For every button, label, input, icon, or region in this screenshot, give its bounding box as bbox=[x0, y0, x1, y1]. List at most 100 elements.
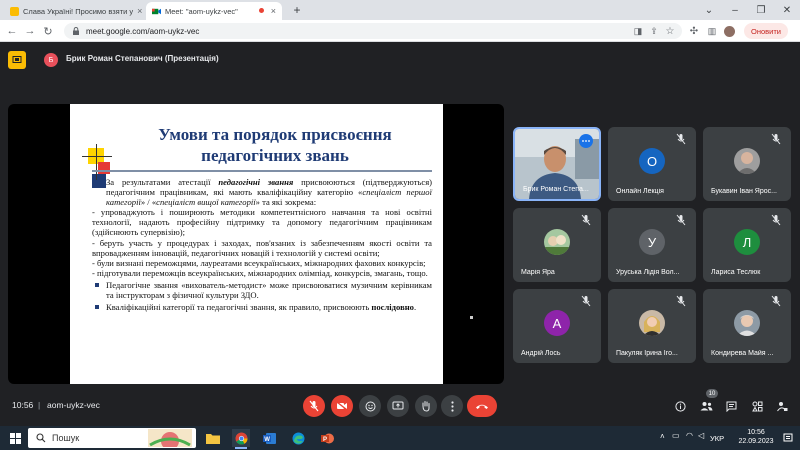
chrome-app[interactable] bbox=[232, 429, 250, 449]
participant-name: Андрій Лось bbox=[521, 350, 561, 357]
back-button[interactable]: ← bbox=[4, 23, 20, 39]
reactions-button[interactable] bbox=[359, 395, 381, 417]
raise-hand-button[interactable] bbox=[415, 395, 437, 417]
participant-name: Кондирева Майя ... bbox=[711, 350, 774, 357]
share-icon[interactable]: ⇪ bbox=[646, 23, 662, 39]
reload-button[interactable]: ↻ bbox=[40, 23, 56, 39]
tab-search-icon[interactable]: ⌄ bbox=[696, 0, 722, 20]
present-screen-icon bbox=[392, 401, 404, 410]
file-explorer-app[interactable] bbox=[204, 429, 222, 447]
slide-dash-item: - беруть участь у процедурах і заходах, … bbox=[92, 237, 432, 258]
mic-off-icon bbox=[676, 133, 686, 145]
taskbar-search-box[interactable]: Пошук bbox=[28, 428, 196, 448]
notifications-icon[interactable] bbox=[782, 431, 794, 445]
participant-avatar: Л bbox=[734, 229, 760, 255]
participant-name: Онлайн Лекція bbox=[616, 188, 664, 195]
participant-name: Пакуляк Ірина Іго... bbox=[616, 350, 678, 357]
maximize-button[interactable]: ❐ bbox=[748, 0, 774, 20]
participant-tile[interactable]: Букавин Іван Ярос... bbox=[703, 127, 791, 201]
system-clock[interactable]: 10:56 22.09.2023 bbox=[736, 428, 776, 446]
camera-toggle-button[interactable] bbox=[331, 395, 353, 417]
powerpoint-app[interactable]: P bbox=[318, 429, 336, 447]
close-window-button[interactable]: ✕ bbox=[774, 0, 800, 20]
lock-icon bbox=[73, 27, 79, 35]
mouse-cursor bbox=[470, 316, 473, 319]
participant-avatar: А bbox=[544, 310, 570, 336]
keyboard-language[interactable]: УКР bbox=[710, 434, 724, 443]
slide-text: » / « bbox=[140, 197, 157, 208]
close-tab-icon[interactable]: × bbox=[267, 6, 276, 16]
participant-avatar: О bbox=[639, 148, 665, 174]
participant-tile[interactable]: Кондирева Майя ... bbox=[703, 289, 791, 363]
search-highlight-image bbox=[148, 429, 192, 447]
slide-text: За результатами атестації bbox=[106, 177, 219, 187]
new-tab-button[interactable]: + bbox=[290, 3, 304, 17]
mic-off-icon bbox=[676, 214, 686, 226]
more-options-icon[interactable] bbox=[579, 134, 593, 148]
svg-text:P: P bbox=[323, 436, 327, 442]
info-icon bbox=[674, 400, 686, 412]
participant-tile[interactable]: Марія Яра bbox=[513, 208, 601, 282]
camera-permission-icon[interactable]: ◨ bbox=[630, 23, 646, 39]
participant-tile[interactable]: О Онлайн Лекція bbox=[608, 127, 696, 201]
slide-text-emph: педагогічні звання bbox=[218, 177, 294, 187]
wifi-icon[interactable]: ◠ bbox=[686, 431, 693, 440]
people-icon bbox=[700, 402, 712, 411]
presenter-avatar: Б bbox=[44, 53, 58, 67]
forward-button[interactable]: → bbox=[22, 23, 38, 39]
more-options-button[interactable] bbox=[441, 395, 463, 417]
network-icon[interactable]: ▭ bbox=[672, 431, 680, 440]
close-tab-icon[interactable]: × bbox=[133, 6, 142, 16]
word-app[interactable]: W bbox=[260, 429, 278, 447]
avatar-initial: О bbox=[646, 153, 658, 169]
participant-tile[interactable]: Пакуляк Ірина Іго... bbox=[608, 289, 696, 363]
participant-tile[interactable]: Брик Роман Степа... bbox=[513, 127, 601, 201]
bullet-icon bbox=[95, 282, 99, 287]
host-controls-button[interactable] bbox=[773, 397, 791, 415]
bullet-icon bbox=[95, 305, 99, 310]
minimize-button[interactable]: – bbox=[722, 0, 748, 20]
decor-line bbox=[82, 156, 112, 157]
tab-meet[interactable]: Meet: "aom-uykz-vec" × bbox=[146, 2, 282, 20]
people-button[interactable] bbox=[697, 397, 715, 415]
participant-tile[interactable]: А Андрій Лось bbox=[513, 289, 601, 363]
mic-toggle-button[interactable] bbox=[303, 395, 325, 417]
windows-start-button[interactable] bbox=[6, 429, 24, 447]
leave-call-button[interactable] bbox=[467, 395, 497, 417]
edge-icon bbox=[292, 432, 304, 444]
activities-button[interactable] bbox=[748, 397, 766, 415]
chat-icon bbox=[726, 401, 736, 412]
tray-expand-icon[interactable]: ˄ bbox=[660, 432, 665, 441]
bookmark-star-icon[interactable]: ☆ bbox=[662, 23, 678, 39]
decor-red-square bbox=[98, 162, 110, 174]
side-panel-icon[interactable]: ▥ bbox=[704, 23, 720, 39]
participant-photo bbox=[734, 310, 760, 336]
avatar-initial: Л bbox=[742, 234, 752, 250]
presentation-slide: Умови та порядок присвоєння педагогічних… bbox=[70, 104, 443, 384]
extensions-icon[interactable]: ✣ bbox=[686, 23, 702, 39]
hand-icon bbox=[422, 401, 430, 412]
slide-text: . bbox=[413, 302, 417, 313]
participant-name: Лариса Теслюк bbox=[711, 269, 761, 276]
edge-app[interactable] bbox=[289, 429, 307, 447]
tab-title: Meet: "aom-uykz-vec" bbox=[165, 6, 238, 16]
participant-count-badge: 10 bbox=[706, 389, 718, 398]
present-button[interactable] bbox=[387, 395, 409, 417]
search-placeholder: Пошук bbox=[52, 433, 80, 443]
participant-tile[interactable]: Л Лариса Теслюк bbox=[703, 208, 791, 282]
system-date: 22.09.2023 bbox=[738, 438, 774, 445]
update-browser-button[interactable]: Оновити bbox=[744, 23, 788, 39]
participant-tile[interactable]: У Уруська Лідія Вол... bbox=[608, 208, 696, 282]
chat-button[interactable] bbox=[722, 397, 740, 415]
volume-icon[interactable]: ◁ bbox=[698, 431, 704, 440]
meeting-details-button[interactable] bbox=[671, 397, 689, 415]
profile-avatar[interactable] bbox=[724, 26, 735, 37]
address-bar[interactable]: meet.google.com/aom-uykz-vec bbox=[64, 23, 682, 39]
bullet-icon bbox=[95, 180, 99, 184]
slide-dash-item: - упроваджують і поширюють методики комп… bbox=[92, 207, 432, 238]
participant-avatar: У bbox=[639, 229, 665, 255]
participant-name: Уруська Лідія Вол... bbox=[616, 269, 680, 276]
avatar-initial: У bbox=[647, 234, 657, 250]
tab-slava-ukraini[interactable]: Слава Україні! Просимо взяти у × bbox=[4, 2, 142, 20]
presenter-initial: Б bbox=[48, 56, 54, 64]
